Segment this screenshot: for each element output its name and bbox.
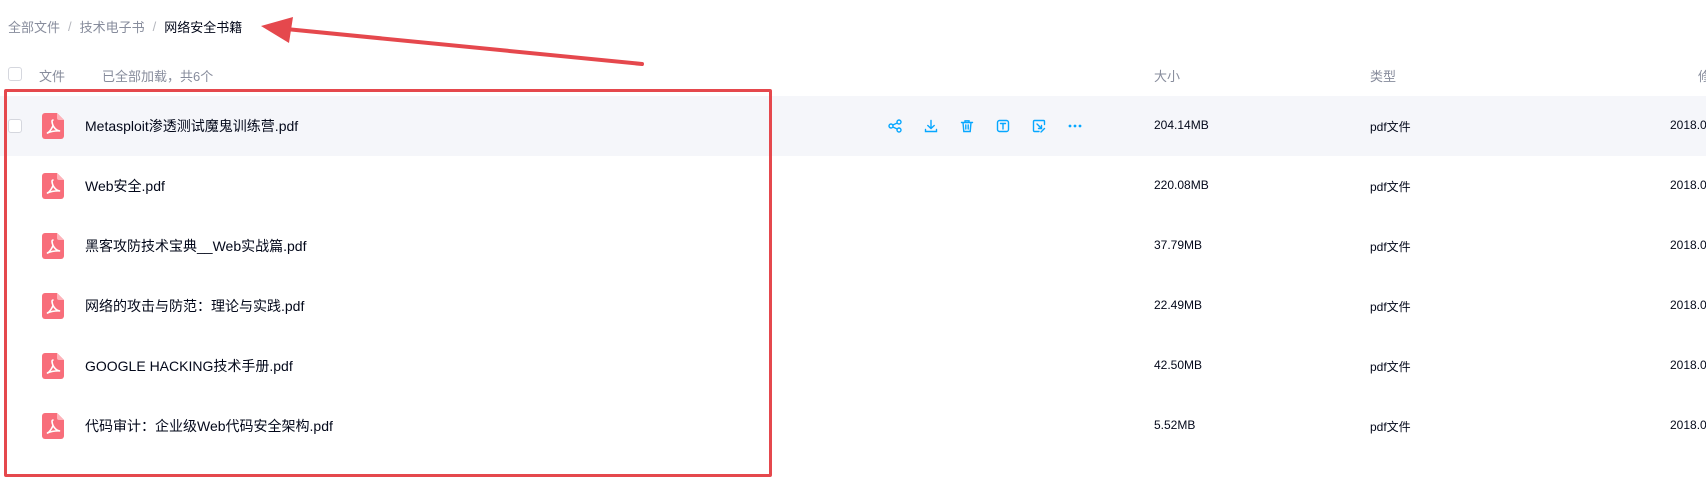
table-row[interactable]: 黑客攻防技术宝典__Web实战篇.pdf 37.79MB pdf文件 2018.… [0, 216, 1706, 276]
file-size: 42.50MB [1154, 358, 1203, 372]
table-row[interactable]: Web安全.pdf 220.08MB pdf文件 2018.0 [0, 156, 1706, 216]
file-modified-date: 2018.0 [1670, 118, 1706, 132]
download-icon[interactable] [920, 115, 942, 137]
file-type: pdf文件 [1370, 120, 1411, 134]
file-size: 220.08MB [1154, 178, 1209, 192]
file-name[interactable]: GOOGLE HACKING技术手册.pdf [85, 356, 293, 376]
file-modified-date: 2018.0 [1670, 178, 1706, 192]
file-name[interactable]: 黑客攻防技术宝典__Web实战篇.pdf [85, 236, 306, 256]
rename-icon[interactable] [992, 115, 1014, 137]
breadcrumb-separator: / [152, 18, 157, 34]
loaded-count-text: 已全部加载，共6个 [102, 69, 214, 84]
column-header-file[interactable]: 文件 [39, 66, 65, 85]
breadcrumb: 全部文件 / 技术电子书 / 网络安全书籍 [8, 16, 242, 36]
file-modified-date: 2018.0 [1670, 298, 1706, 312]
file-modified-date: 2018.0 [1670, 238, 1706, 252]
file-size: 37.79MB [1154, 238, 1203, 252]
file-type: pdf文件 [1370, 180, 1411, 194]
file-type: pdf文件 [1370, 360, 1411, 374]
row-checkbox[interactable] [8, 119, 22, 133]
breadcrumb-all-files[interactable]: 全部文件 [8, 17, 60, 36]
pdf-file-icon [40, 353, 66, 379]
file-modified-date: 2018.0 [1670, 418, 1706, 432]
pdf-file-icon [40, 413, 66, 439]
file-size: 22.49MB [1154, 298, 1203, 312]
pdf-file-icon [40, 293, 66, 319]
file-name[interactable]: Metasploit渗透测试魔鬼训练营.pdf [85, 116, 298, 136]
pdf-file-icon [40, 113, 66, 139]
pdf-file-icon [40, 233, 66, 259]
select-all-checkbox[interactable] [8, 67, 22, 81]
file-type: pdf文件 [1370, 300, 1411, 314]
file-type: pdf文件 [1370, 240, 1411, 254]
table-header: 文件 已全部加载，共6个 大小 类型 修 [0, 58, 1706, 90]
delete-icon[interactable] [956, 115, 978, 137]
column-header-type[interactable]: 类型 [1370, 66, 1396, 85]
breadcrumb-tech-ebooks[interactable]: 技术电子书 [80, 17, 145, 36]
column-header-modified[interactable]: 修 [1698, 66, 1706, 85]
file-list: Metasploit渗透测试魔鬼训练营.pdf 204.14MB pdf文件 2 [0, 96, 1706, 456]
file-size: 204.14MB [1154, 118, 1209, 132]
table-row[interactable]: 代码审计：企业级Web代码安全架构.pdf 5.52MB pdf文件 2018.… [0, 396, 1706, 456]
file-name[interactable]: 代码审计：企业级Web代码安全架构.pdf [85, 416, 333, 436]
file-modified-date: 2018.0 [1670, 358, 1706, 372]
move-icon[interactable] [1028, 115, 1050, 137]
table-row[interactable]: Metasploit渗透测试魔鬼训练营.pdf 204.14MB pdf文件 2 [0, 96, 1706, 156]
breadcrumb-current-folder: 网络安全书籍 [164, 19, 243, 35]
share-icon[interactable] [884, 115, 906, 137]
file-name[interactable]: Web安全.pdf [85, 176, 165, 196]
file-size: 5.52MB [1154, 418, 1196, 432]
pdf-file-icon [40, 173, 66, 199]
more-icon[interactable] [1064, 115, 1086, 137]
table-row[interactable]: GOOGLE HACKING技术手册.pdf 42.50MB pdf文件 201… [0, 336, 1706, 396]
breadcrumb-separator: / [68, 18, 72, 34]
table-row[interactable]: 网络的攻击与防范：理论与实践.pdf 22.49MB pdf文件 2018.0 [0, 276, 1706, 336]
column-header-size[interactable]: 大小 [1154, 66, 1180, 85]
file-name[interactable]: 网络的攻击与防范：理论与实践.pdf [85, 296, 304, 316]
file-type: pdf文件 [1370, 420, 1411, 434]
row-actions [884, 115, 1100, 137]
